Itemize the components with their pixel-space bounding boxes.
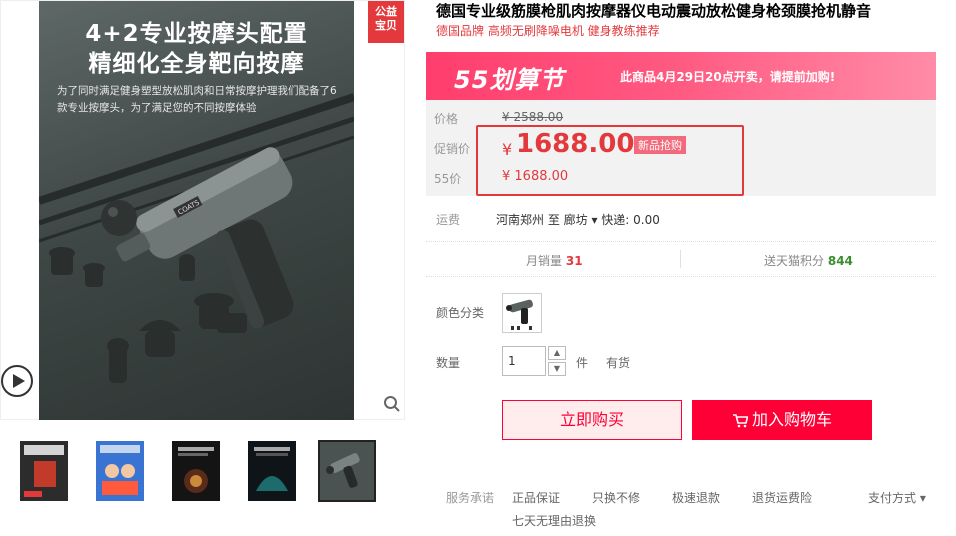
currency-symbol: ¥ [502,140,513,159]
price-label: 价格 [434,112,459,126]
service-genuine[interactable]: 正品保证 [512,489,560,506]
shipping-row: 运费 河南郑州 至 廊坊 ▾ 快递: 0.00 [426,208,936,232]
monthly-sales: 月销量 31 [526,252,583,269]
quantity-label: 数量 [436,356,461,370]
promo-price-label: 促销价 [434,142,471,156]
charity-badge-line-1: 公益 [375,5,397,18]
quantity-input[interactable] [502,346,546,376]
product-gallery: 4+2专业按摩头配置 精细化全身靶向按摩 为了同时满足健身塑型放松肌肉和日常按摩… [0,0,406,536]
main-image-frame: 4+2专业按摩头配置 精细化全身靶向按摩 为了同时满足健身塑型放松肌肉和日常按摩… [0,0,405,420]
shipping-label: 运费 [436,213,461,227]
buy-now-button[interactable]: 立即购买 [502,400,682,440]
cart-icon [732,414,749,428]
price-box: 价格 ¥ 2588.00 促销价 ¥ 1688.00 新品抢购 55价 ¥ 16… [426,100,936,196]
payment-methods-dropdown[interactable]: 支付方式 ▾ [868,489,926,506]
product-title: 德国专业级筋膜枪肌肉按摩器仪电动震动放松健身枪颈膜抢机静音 [436,2,872,20]
promo-price: 1688.00 [516,129,635,159]
product-thumb-1[interactable] [18,440,76,502]
service-7day-return[interactable]: 七天无理由退换 [512,512,596,529]
main-product-image[interactable]: 4+2专业按摩头配置 精细化全身靶向按摩 为了同时满足健身塑型放松肌肉和日常按摩… [39,1,354,420]
quantity-decrease-icon[interactable]: ▼ [548,362,566,376]
massage-gun-illustration: COATS [39,93,354,383]
monthly-sales-label: 月销量 [526,254,563,268]
quantity-increase-icon[interactable]: ▲ [548,346,566,360]
promo-logo: 55划算节 [454,66,565,94]
charity-badge-line-2: 宝贝 [375,19,397,32]
color-swatch-image [503,294,541,332]
thumbnail-strip [0,440,406,504]
charity-badge: 公益 宝贝 [368,1,404,43]
product-thumb-4[interactable] [246,440,304,502]
shipping-destination-select[interactable]: 河南郑州 至 廊坊 ▾ 快递: 0.00 [496,211,660,228]
promo-text: 此商品4月29日20点开卖，请提前加购! [620,70,836,84]
product-thumb-5[interactable] [318,440,376,502]
monthly-sales-value: 31 [565,254,583,268]
product-info: 德国专业级筋膜枪肌肉按摩器仪电动震动放松健身枪颈膜抢机静音 德国品牌 高频无刷降… [426,0,936,536]
price-55: ¥ 1688.00 [502,169,569,184]
original-price: ¥ 2588.00 [502,110,564,124]
color-option-swatch[interactable] [502,293,542,333]
tmall-points: 送天猫积分 844 [764,252,853,269]
color-label: 颜色分类 [436,306,485,320]
tmall-points-value: 844 [827,254,853,268]
service-fast-refund[interactable]: 极速退款 [672,489,720,506]
product-thumb-2[interactable] [94,440,152,502]
quantity-unit: 件 [576,356,589,370]
new-product-tag: 新品抢购 [634,136,686,154]
price-55-label: 55价 [434,172,462,186]
product-subtitle: 德国品牌 高频无刷降噪电机 健身教练推荐 [436,24,660,38]
promo-banner[interactable]: 55划算节 此商品4月29日20点开卖，请提前加购! [426,52,936,100]
service-swap[interactable]: 只换不修 [592,489,640,506]
tmall-points-label: 送天猫积分 [764,254,825,268]
zoom-icon[interactable] [383,395,401,413]
add-to-cart-button[interactable]: 加入购物车 [692,400,872,440]
stats-divider [680,250,681,268]
service-label: 服务承诺 [446,491,495,505]
service-shipping-insurance[interactable]: 退货运费险 [752,489,812,506]
stock-status: 有货 [606,356,631,370]
product-thumb-3[interactable] [170,440,228,502]
add-to-cart-label: 加入购物车 [751,410,832,429]
sales-stats: 月销量 31 送天猫积分 844 [426,241,936,277]
play-video-icon[interactable] [1,365,33,397]
